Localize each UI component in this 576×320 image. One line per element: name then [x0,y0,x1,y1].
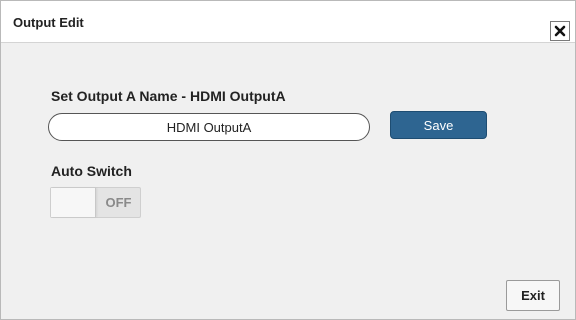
close-x-icon [554,25,566,37]
auto-switch-toggle[interactable]: OFF [50,187,141,218]
toggle-knob [51,188,96,217]
output-edit-dialog: Output Edit Set Output A Name - HDMI Out… [0,0,576,320]
exit-button[interactable]: Exit [506,280,560,311]
dialog-title: Output Edit [13,15,84,30]
output-name-label: Set Output A Name - HDMI OutputA [51,88,286,104]
toggle-state-text: OFF [105,195,132,210]
save-button[interactable]: Save [390,111,487,139]
dialog-titlebar: Output Edit [1,1,575,43]
auto-switch-label: Auto Switch [51,163,132,179]
close-button[interactable] [550,21,570,41]
output-name-input[interactable] [48,113,370,141]
